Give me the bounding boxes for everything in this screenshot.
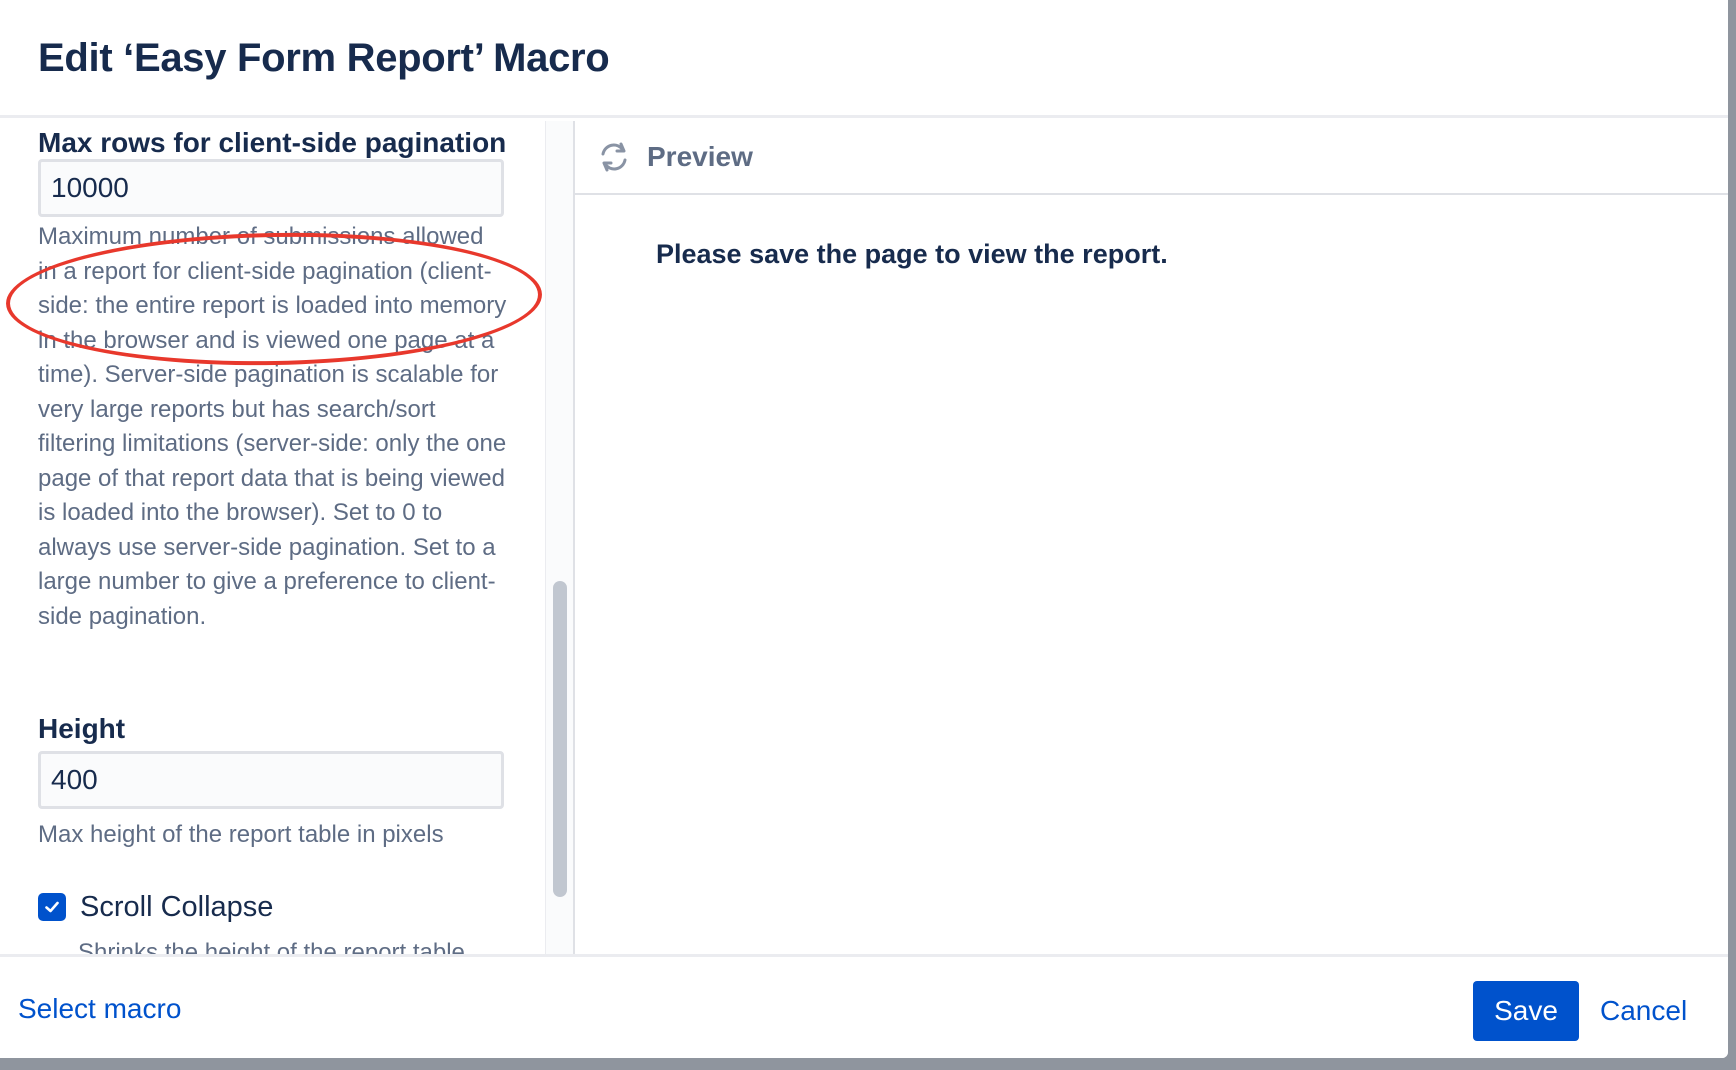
height-description: Max height of the report table in pixels [38,821,444,848]
macro-parameters-panel[interactable]: Max rows for client-side pagination Maxi… [0,121,545,954]
scroll-collapse-option[interactable]: Scroll Collapse [38,887,273,927]
height-label: Height [38,713,126,744]
height-input[interactable] [38,751,504,809]
refresh-icon[interactable] [597,140,631,174]
parameters-scrollbar[interactable] [545,121,575,954]
macro-editor-dialog: Edit ‘Easy Form Report’ Macro Max rows f… [0,0,1728,1058]
max-rows-label: Max rows for client-side pagination [38,127,507,158]
save-button[interactable]: Save [1473,981,1579,1041]
preview-header: Preview [575,121,1728,195]
preview-message: Please save the page to view the report. [656,239,1168,269]
preview-panel: Preview Please save the page to view the… [575,121,1728,954]
scrollbar-thumb[interactable] [553,581,567,897]
dialog-title: Edit ‘Easy Form Report’ Macro [38,36,610,80]
dialog-footer: Select macro Save Cancel [0,954,1728,1058]
scroll-collapse-label: Scroll Collapse [80,890,274,923]
preview-label: Preview [647,141,753,172]
cancel-button[interactable]: Cancel [1596,981,1691,1041]
max-rows-description: Maximum number of submissions allowed in… [38,223,507,630]
dialog-header: Edit ‘Easy Form Report’ Macro [0,0,1728,118]
checkmark-icon [45,901,59,913]
select-macro-link[interactable]: Select macro [18,993,181,1025]
max-rows-input[interactable] [38,159,504,217]
scroll-collapse-description: Shrinks the height of the report table [78,939,465,954]
scroll-collapse-checkbox[interactable] [38,893,66,921]
